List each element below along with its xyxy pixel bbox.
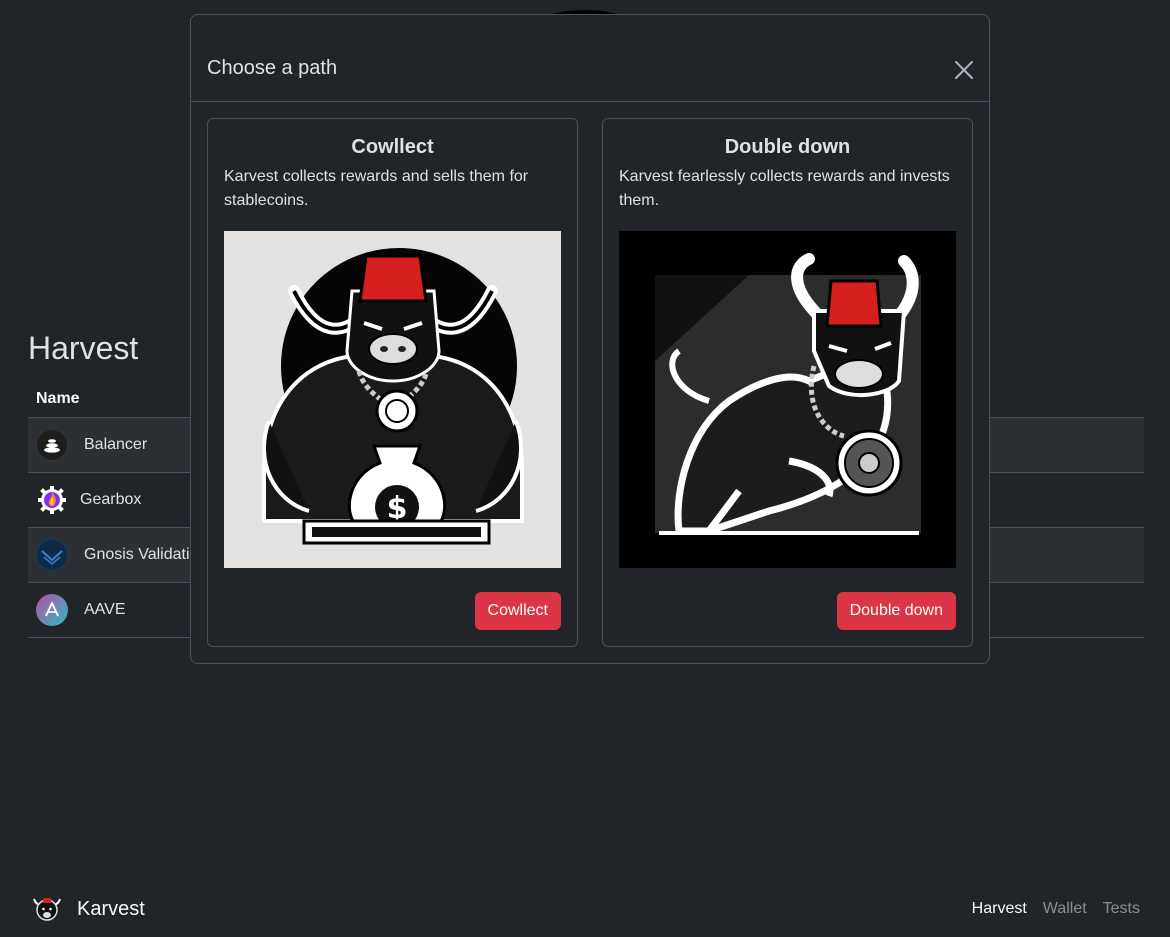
- close-icon[interactable]: [953, 59, 975, 81]
- card-description: Karvest collects rewards and sells them …: [224, 168, 529, 209]
- double-down-button[interactable]: Double down: [836, 592, 956, 630]
- bull-with-money-bag-illustration: $: [224, 231, 561, 568]
- card-description: Karvest fearlessly collects rewards and …: [619, 168, 950, 209]
- charging-bull-illustration: [619, 231, 956, 568]
- choose-path-modal: Choose a path Cowllect Karvest collects …: [190, 14, 990, 664]
- cowllect-button[interactable]: Cowllect: [474, 592, 561, 630]
- card-title: Cowllect: [351, 136, 434, 158]
- card-title: Double down: [724, 136, 851, 158]
- modal-title: Choose a path: [207, 57, 338, 79]
- path-options: Cowllect Karvest collects rewards and se…: [207, 118, 973, 647]
- modal-header: Choose a path: [191, 15, 989, 102]
- option-card-double-down: Double down Karvest fearlessly collects …: [602, 118, 973, 647]
- option-card-cowllect: Cowllect Karvest collects rewards and se…: [207, 118, 578, 647]
